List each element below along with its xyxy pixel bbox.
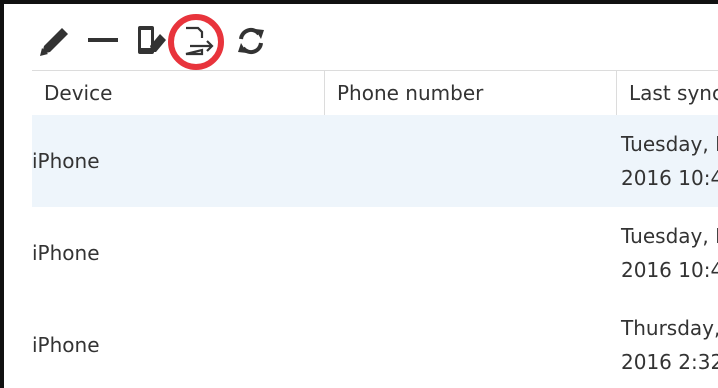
column-header-device[interactable]: Device	[32, 71, 324, 115]
last-sync-line-1: Thursday,	[621, 316, 718, 340]
pencil-icon[interactable]	[36, 24, 72, 58]
last-sync-line-2: 2016 10:4	[621, 166, 718, 190]
refresh-icon[interactable]	[234, 24, 268, 58]
last-sync-cell: Tuesday, I 2016 10:4	[621, 127, 718, 195]
table-row[interactable]: iPhone Tuesday, I 2016 10:4	[32, 207, 718, 299]
table-row[interactable]: iPhone Thursday, 2016 2:32	[32, 299, 718, 388]
device-cell: iPhone	[32, 333, 100, 357]
column-header-phone-number[interactable]: Phone number	[324, 71, 616, 115]
minus-icon[interactable]	[86, 24, 120, 58]
table-header: Device Phone number Last sync	[32, 70, 718, 116]
device-cell: iPhone	[32, 149, 100, 173]
last-sync-line-2: 2016 2:32	[621, 350, 718, 374]
last-sync-line-2: 2016 10:4	[621, 258, 718, 282]
last-sync-cell: Thursday, 2016 2:32	[621, 311, 718, 379]
device-cell: iPhone	[32, 241, 100, 265]
last-sync-line-1: Tuesday, I	[621, 132, 718, 156]
phone-eraser-icon[interactable]	[132, 24, 168, 58]
last-sync-line-1: Tuesday, I	[621, 224, 718, 248]
app-window: Device Phone number Last sync iPhone Tue…	[0, 0, 718, 388]
column-header-last-sync[interactable]: Last sync	[616, 71, 718, 115]
last-sync-cell: Tuesday, I 2016 10:4	[621, 219, 718, 287]
table-row[interactable]: iPhone Tuesday, I 2016 10:4	[32, 115, 718, 207]
toolbar	[4, 4, 718, 70]
phone-export-icon[interactable]	[180, 24, 216, 58]
